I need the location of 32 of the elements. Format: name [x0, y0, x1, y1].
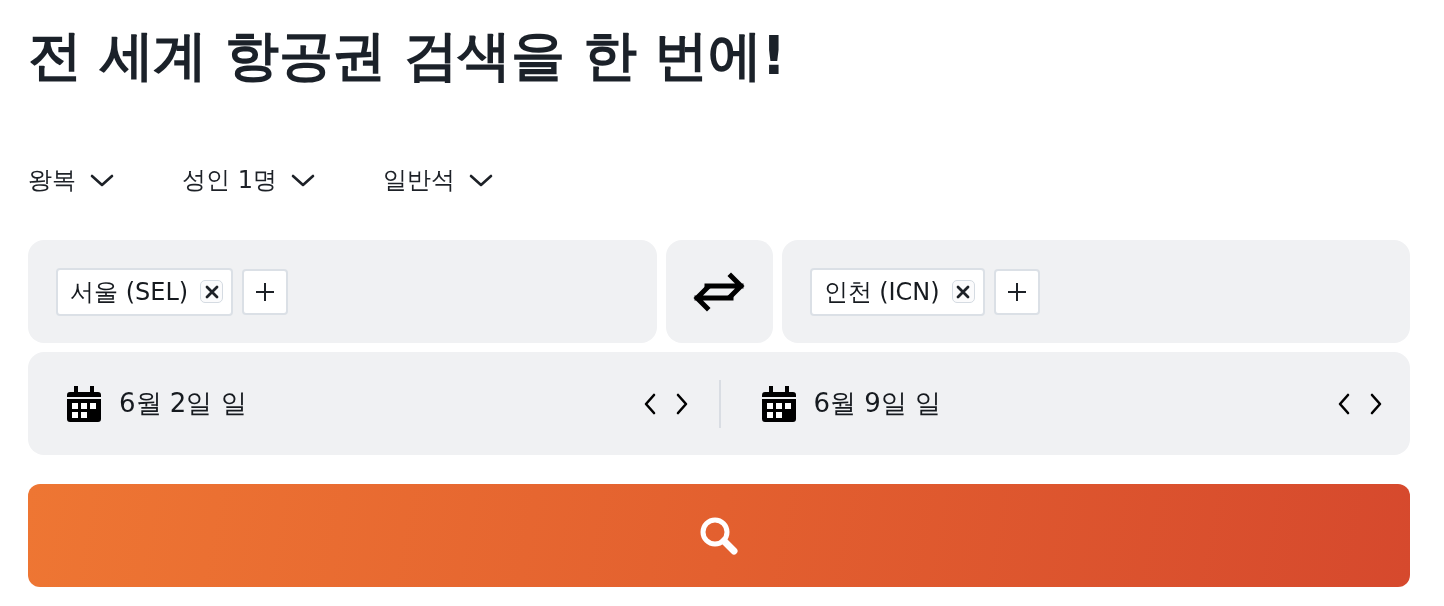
origin-field[interactable]: 서울 (SEL): [28, 240, 657, 343]
swap-button[interactable]: [665, 240, 773, 343]
plus-icon: [255, 281, 276, 302]
close-icon: [956, 284, 971, 299]
close-icon: [204, 284, 219, 299]
chevron-down-icon: [468, 173, 493, 187]
page-heading: 전 세계 항공권 검색을 한 번에!: [28, 23, 787, 89]
dropdown-button[interactable]: 일반석: [382, 165, 493, 195]
search-icon: [699, 515, 739, 556]
swap-arrows-icon: [691, 271, 747, 312]
airport-chip[interactable]: 인천 (ICN): [809, 267, 985, 316]
chevron-down-icon: [90, 173, 114, 187]
remove-button[interactable]: [951, 280, 975, 303]
date-button[interactable]: 6월 2일 일: [67, 385, 247, 422]
add-button[interactable]: [993, 268, 1040, 315]
chip-label: 서울 (SEL): [70, 276, 189, 308]
remove-button[interactable]: [200, 280, 224, 303]
destination-field[interactable]: 인천 (ICN): [781, 240, 1410, 343]
chip-label: 인천 (ICN): [823, 276, 940, 308]
chevron-left-icon: [643, 392, 656, 415]
dropdown-button[interactable]: 왕복: [28, 165, 114, 195]
chevron-down-icon: [290, 173, 315, 187]
calendar-icon: [761, 385, 796, 422]
plus-icon: [1006, 281, 1027, 302]
date-button[interactable]: 6월 9일 일: [761, 385, 942, 422]
chevron-right-icon: [1370, 392, 1382, 415]
calendar-icon: [67, 385, 101, 422]
chevron-right-icon: [675, 392, 688, 415]
add-button[interactable]: [242, 268, 289, 315]
airport-chip[interactable]: 서울 (SEL): [56, 267, 234, 316]
dropdown-button[interactable]: 성인 1명: [182, 165, 315, 195]
chevron-left-icon: [1338, 392, 1350, 415]
